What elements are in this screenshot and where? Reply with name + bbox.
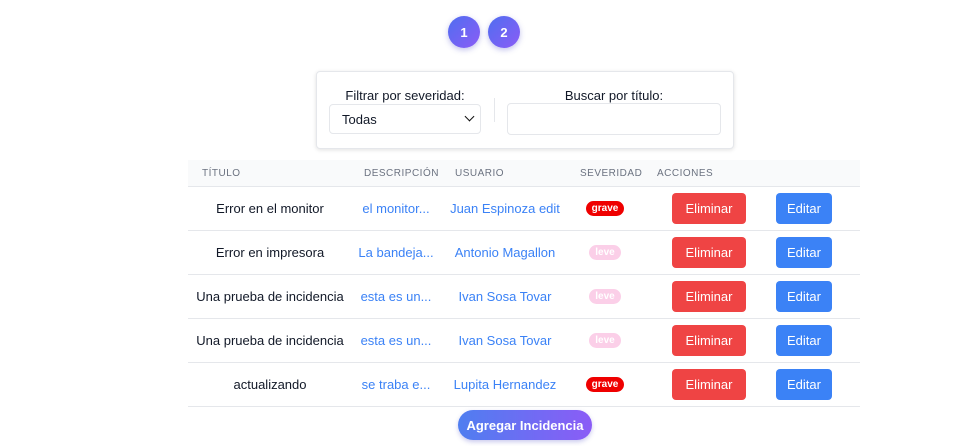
severity-badge: grave (585, 201, 625, 216)
pagination: 1 2 (4, 16, 960, 48)
header-title: TÍTULO (202, 168, 241, 179)
page-button-2[interactable]: 2 (488, 16, 520, 48)
table-header: TÍTULO DESCRIPCIÓN USUARIO SEVERIDAD ACC… (188, 160, 860, 187)
edit-button[interactable]: Editar (776, 369, 832, 400)
search-label: Buscar por título: (564, 88, 664, 103)
incident-description[interactable]: se traba e... (358, 363, 434, 406)
severity-cell: leve (580, 319, 630, 362)
incident-user[interactable]: Juan Espinoza edit (446, 187, 564, 230)
severity-select[interactable]: Todas (329, 104, 481, 134)
incident-description[interactable]: el monitor... (358, 187, 434, 230)
delete-button[interactable]: Eliminar (672, 237, 746, 268)
chevron-down-icon (464, 111, 475, 122)
edit-button[interactable]: Editar (776, 325, 832, 356)
severity-badge: leve (589, 333, 621, 348)
severity-cell: leve (580, 231, 630, 274)
header-description: DESCRIPCIÓN (364, 168, 439, 179)
search-input[interactable] (507, 103, 721, 135)
incident-title: Una prueba de incidencia (196, 333, 344, 348)
table-row: actualizando se traba e... Lupita Hernande… (188, 363, 860, 407)
delete-button[interactable]: Eliminar (672, 325, 746, 356)
incident-user[interactable]: Lupita Hernandez (446, 363, 564, 406)
severity-filter-label: Filtrar por severidad: (345, 88, 465, 103)
severity-badge: leve (589, 289, 621, 304)
table-body: Error en el monitor el monitor... Juan Esp… (188, 187, 860, 407)
header-user: USUARIO (455, 168, 505, 179)
edit-button[interactable]: Editar (776, 281, 832, 312)
severity-cell: leve (580, 275, 630, 318)
delete-button[interactable]: Eliminar (672, 281, 746, 312)
table-row: Una prueba de incidencia esta es un... Iva… (188, 319, 860, 363)
header-actions: ACCIONES (657, 168, 714, 179)
severity-cell: grave (580, 363, 630, 406)
header-severity: SEVERIDAD (580, 168, 643, 179)
incident-title: Error en impresora (215, 245, 325, 260)
incident-user[interactable]: Antonio Magallon (446, 231, 564, 274)
edit-button[interactable]: Editar (776, 237, 832, 268)
table-row: Error en impresora La bandeja... Antonio M… (188, 231, 860, 275)
filter-divider (494, 98, 495, 122)
edit-button[interactable]: Editar (776, 193, 832, 224)
incident-user[interactable]: Ivan Sosa Tovar (446, 319, 564, 362)
add-incident-button[interactable]: Agregar Incidencia (458, 410, 592, 440)
table-row: Error en el monitor el monitor... Juan Esp… (188, 187, 860, 231)
severity-select-value: Todas (342, 111, 377, 127)
page-button-1[interactable]: 1 (448, 16, 480, 48)
incident-user[interactable]: Ivan Sosa Tovar (446, 275, 564, 318)
severity-badge: leve (589, 245, 621, 260)
incident-description[interactable]: La bandeja... (358, 231, 434, 274)
table-row: Una prueba de incidencia esta es un... Iva… (188, 275, 860, 319)
incident-description[interactable]: esta es un... (358, 275, 434, 318)
incident-description[interactable]: esta es un... (358, 319, 434, 362)
incidents-table: TÍTULO DESCRIPCIÓN USUARIO SEVERIDAD ACC… (188, 160, 860, 407)
incident-title: Una prueba de incidencia (196, 289, 344, 304)
incident-title: Error en el monitor (216, 201, 324, 216)
delete-button[interactable]: Eliminar (672, 193, 746, 224)
severity-badge: grave (585, 377, 625, 392)
delete-button[interactable]: Eliminar (672, 369, 746, 400)
severity-cell: grave (580, 187, 630, 230)
incident-title: actualizando (233, 377, 307, 392)
filter-panel: Filtrar por severidad: Todas Buscar por … (316, 71, 734, 149)
